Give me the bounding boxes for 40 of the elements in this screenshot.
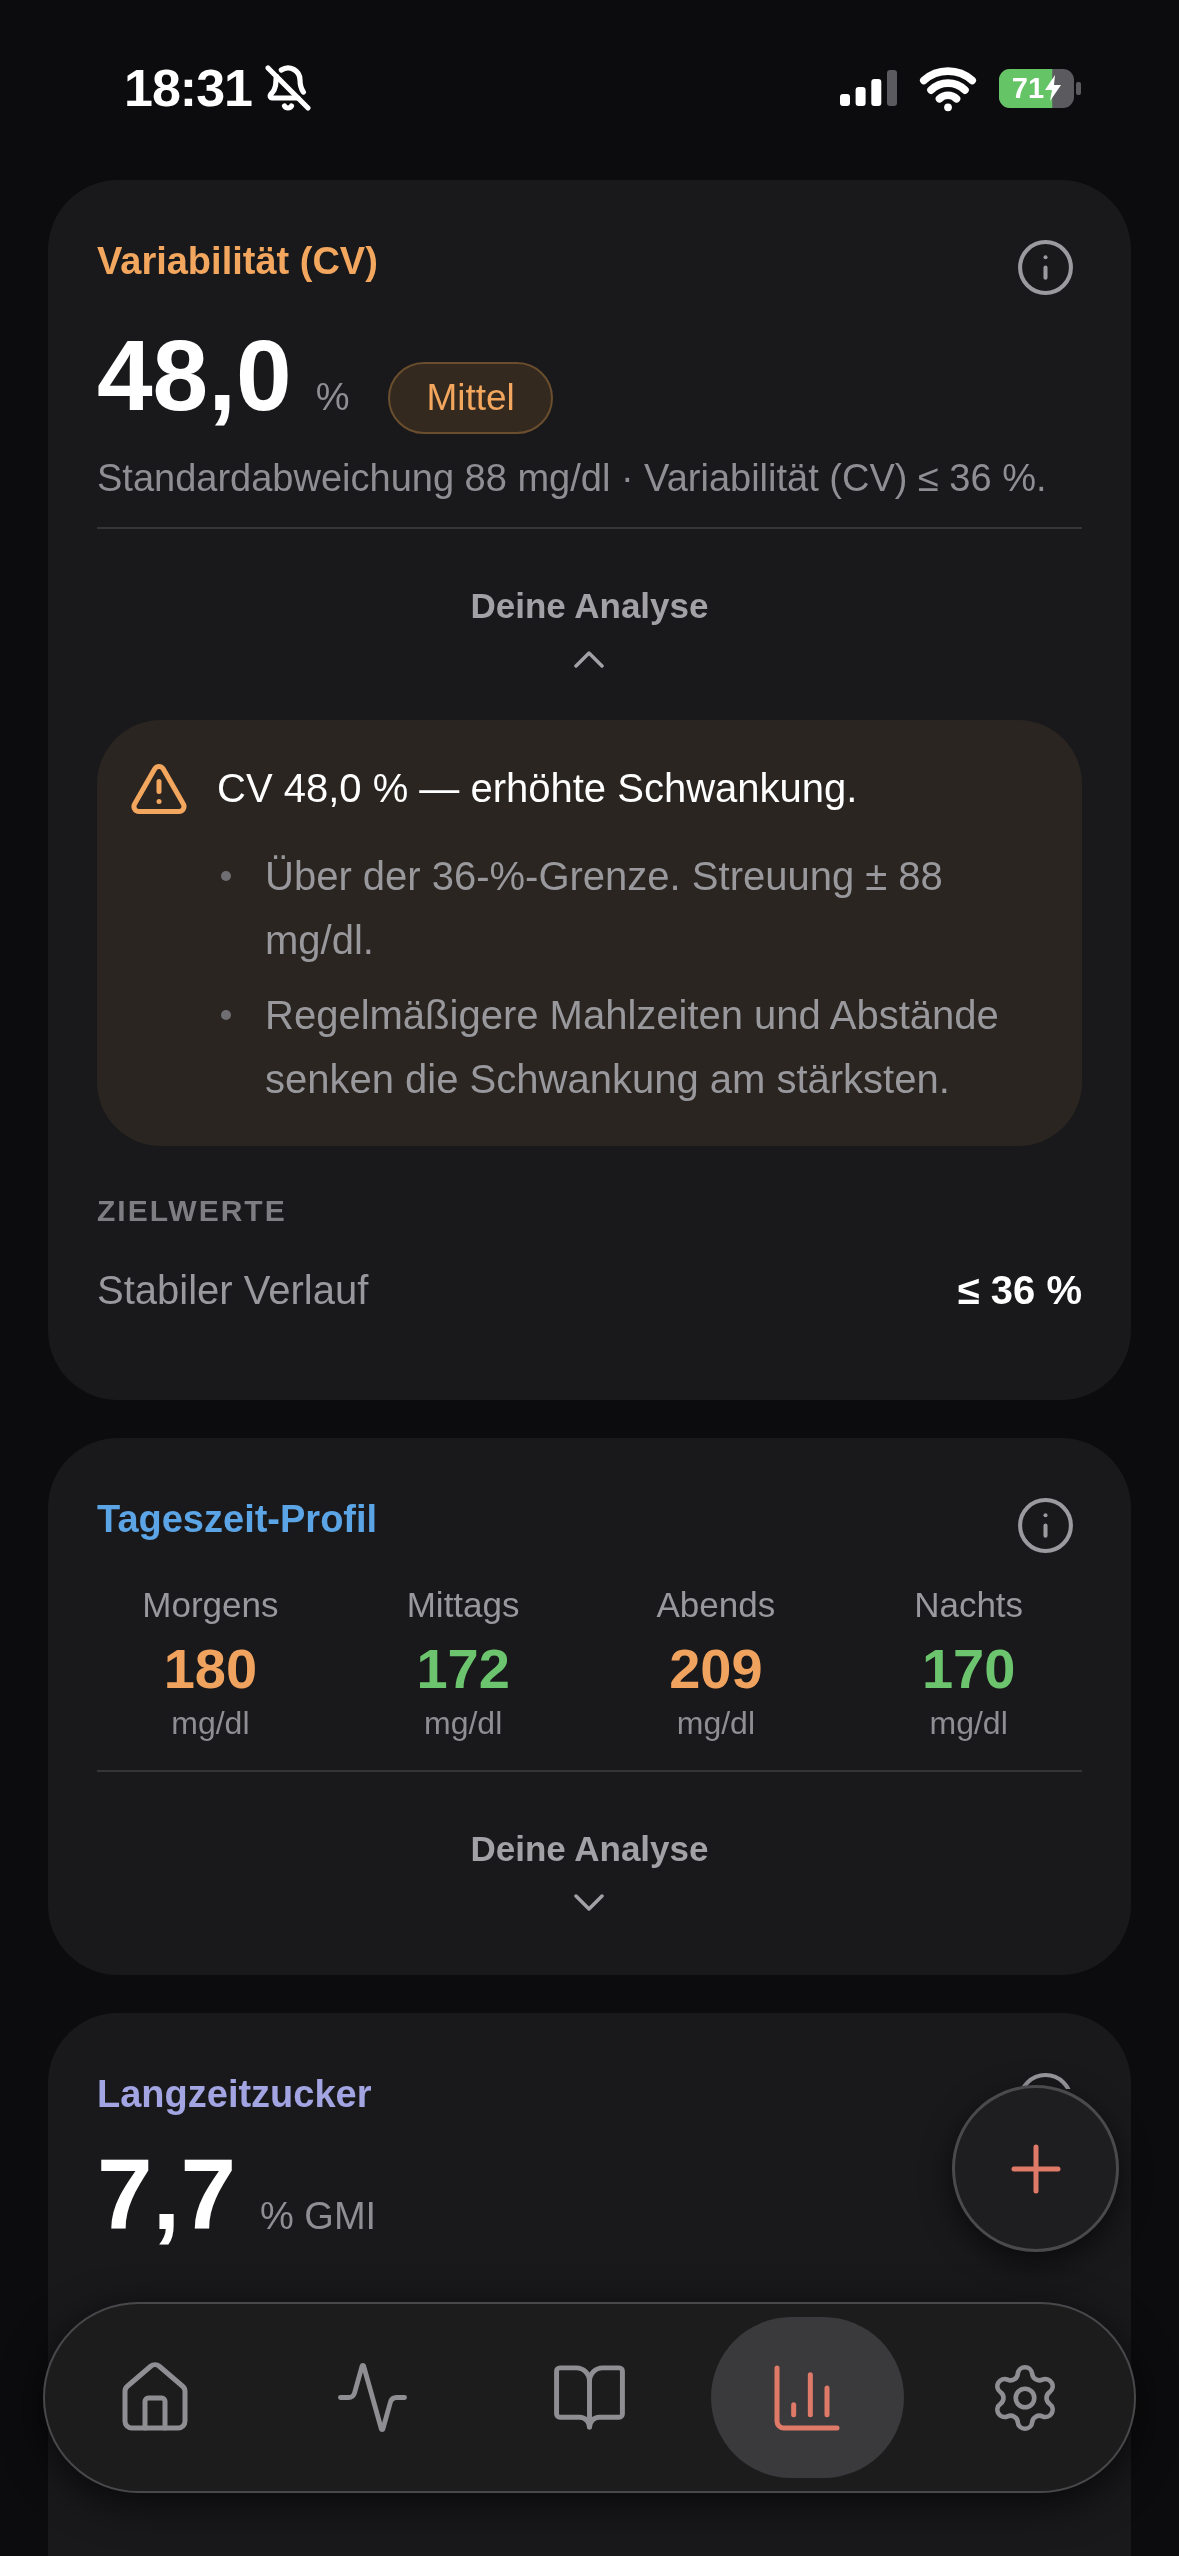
metric-unit: % [315, 375, 350, 420]
metric-value: 48,0 [97, 325, 292, 425]
battery-icon [999, 68, 1081, 108]
period-unit: mg/dl [676, 1704, 755, 1742]
analysis-headline: CV 48,0 % — erhöhte Schwankung. [217, 765, 858, 812]
period-label: Nachts [914, 1584, 1024, 1626]
bullet-dot-icon [221, 871, 231, 881]
analysis-point: Regelmäßigere Mahlzeiten und Abstände senken die Schwankung am stärksten. [265, 992, 1000, 1103]
battery-percentage: 71 [1011, 73, 1045, 103]
plus-icon [1010, 2143, 1061, 2194]
signal-icon [840, 70, 897, 106]
period-value: 170 [921, 1638, 1016, 1700]
period-label: Abends [656, 1584, 776, 1626]
analysis-toggle[interactable]: Deine Analyse [470, 1828, 709, 1911]
bullet-dot-icon [221, 1010, 231, 1020]
rating-badge: Mittel [388, 362, 553, 434]
period-label: Morgens [142, 1584, 279, 1626]
targets-heading: ZIELWERTE [97, 1193, 288, 1229]
target-label: Stabiler Verlauf [97, 1267, 369, 1314]
metric-unit: % GMI [260, 2194, 377, 2239]
period-label: Mittags [406, 1584, 520, 1626]
period-value: 209 [669, 1638, 763, 1700]
period-unit: mg/dl [424, 1704, 503, 1742]
target-value: ≤ 36 % [957, 1267, 1082, 1314]
card-title: Tageszeit-Profil [97, 1497, 378, 1542]
analysis-toggle[interactable]: Deine Analyse [470, 585, 709, 668]
metric-value: 7,7 [97, 2144, 236, 2244]
card-title: Variabilität (CV) [97, 239, 378, 284]
chevron-up-icon [574, 651, 605, 668]
period-value: 172 [416, 1638, 510, 1700]
metric-description: Standardabweichung 88 mg/dl · Variabilität (CV) ≤ 36 %. [97, 456, 1048, 501]
analysis-point: Über der 36-%-Grenze. Streuung ± 88 mg/dl. [265, 853, 944, 964]
card-title: Langzeitzucker [97, 2072, 372, 2117]
status-time: 18:31 [124, 62, 252, 114]
period-value: 180 [163, 1638, 258, 1700]
period-unit: mg/dl [929, 1704, 1008, 1742]
info-icon[interactable] [1015, 237, 1076, 298]
period-unit: mg/dl [171, 1704, 250, 1742]
chevron-down-icon [574, 1894, 605, 1911]
info-icon[interactable] [1015, 1495, 1076, 1556]
